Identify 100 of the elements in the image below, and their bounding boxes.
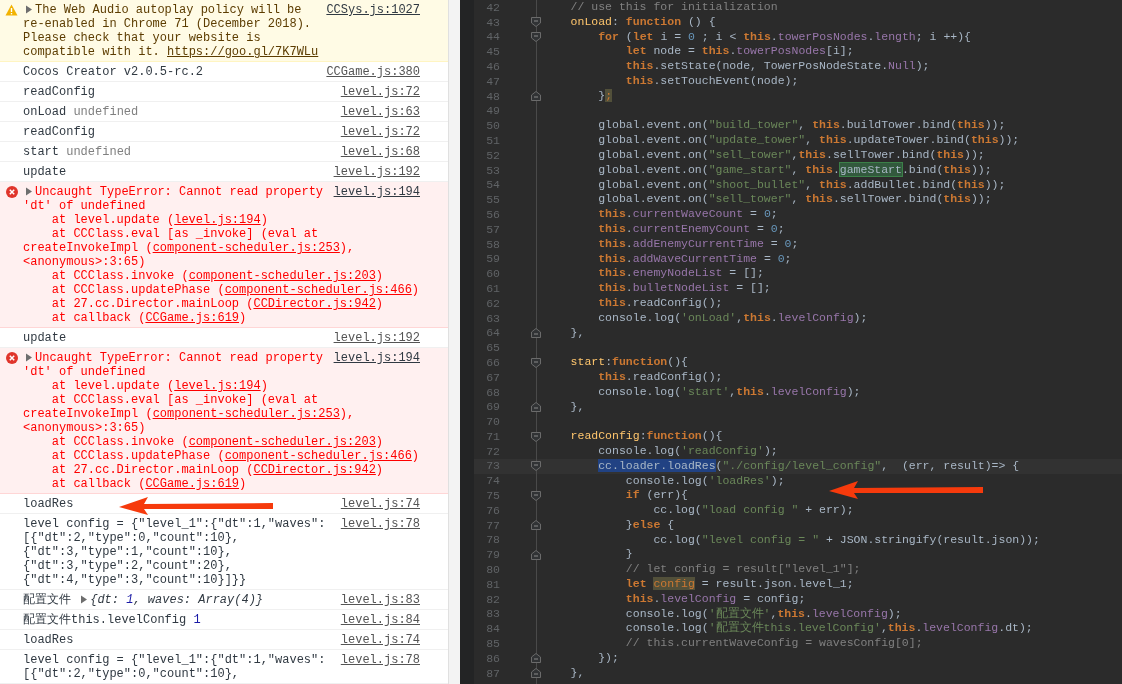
line-number: 67 — [485, 369, 500, 386]
console-message: loadRes — [23, 497, 74, 511]
stack-source-link[interactable]: level.js:194 — [174, 379, 261, 393]
code-line: this.currentWaveCount = 0; — [597, 207, 778, 222]
source-link[interactable]: level.js:192 — [333, 165, 420, 179]
fold-marker-icon[interactable] — [531, 357, 541, 368]
url-link[interactable]: https://goo.gl/7K7WLu — [167, 45, 319, 59]
fold-marker-icon[interactable] — [531, 461, 541, 472]
stack-source-link[interactable]: component-scheduler.js:203 — [188, 269, 376, 283]
line-number: 60 — [485, 266, 500, 283]
line-number: 80 — [485, 562, 500, 579]
source-link[interactable]: level.js:84 — [340, 613, 420, 627]
line-number: 70 — [485, 414, 500, 431]
source-link[interactable]: level.js:78 — [340, 653, 420, 667]
line-number: 46 — [485, 58, 500, 75]
code-line: this.levelConfig = config; — [624, 591, 806, 607]
console-message: readConfig — [23, 125, 95, 139]
source-link[interactable]: CCGame.js:380 — [326, 65, 420, 79]
stack-source-link[interactable]: component-scheduler.js:253 — [152, 407, 340, 421]
source-link[interactable]: level.js:72 — [340, 125, 420, 139]
line-number: 58 — [485, 236, 500, 253]
line-number: 87 — [485, 665, 500, 682]
line-number: 64 — [485, 325, 500, 342]
line-number: 47 — [485, 73, 500, 90]
line-number: 42 — [485, 0, 500, 16]
expand-triangle-icon[interactable] — [80, 595, 89, 604]
stack-frame: at CCClass.eval [as _invoke] (eval at createInvokeImpl (component-scheduler.js:253), <anonymous>:3:65) — [23, 393, 428, 435]
fold-marker-icon[interactable] — [531, 520, 541, 531]
code-line: start:function(){ — [569, 355, 688, 370]
source-link[interactable]: level.js:192 — [333, 331, 420, 345]
fold-marker-icon[interactable] — [531, 668, 541, 679]
console-message: level config = {"level_1":{"dt":1,"waves":[{"dt":2,"type":0,"count":10}, — [23, 653, 327, 681]
stack-source-link[interactable]: component-scheduler.js:203 — [188, 435, 376, 449]
source-link[interactable]: level.js:74 — [340, 633, 420, 647]
console-message: readConfig — [23, 85, 95, 99]
code-line: console.log('start',this.levelConfig); — [597, 384, 861, 400]
stack-source-link[interactable]: component-scheduler.js:253 — [152, 241, 340, 255]
stack-frame: at level.update (level.js:194) — [23, 379, 428, 393]
code-line: for (let i = 0 ; i < this.towerPosNodes.length; i ++){ — [597, 29, 971, 45]
code-line: this.bulletNodeList = []; — [597, 281, 771, 296]
code-line: global.event.on("update_tower", this.updateTower.bind(this)); — [597, 133, 1020, 148]
line-number: 56 — [485, 206, 500, 223]
scrollbar-track[interactable] — [448, 0, 460, 684]
line-number: 43 — [485, 14, 500, 31]
line-number: 66 — [485, 354, 500, 371]
stack-source-link[interactable]: CCDirector.js:942 — [253, 463, 376, 477]
stack-source-link[interactable]: CCGame.js:619 — [145, 311, 240, 325]
source-link[interactable]: level.js:68 — [340, 145, 420, 159]
source-link[interactable]: level.js:194 — [333, 185, 420, 199]
line-number: 54 — [485, 177, 500, 194]
fold-marker-icon[interactable] — [531, 401, 541, 412]
stack-source-link[interactable]: component-scheduler.js:466 — [224, 283, 412, 297]
code-line: }, — [569, 325, 585, 341]
line-number: 79 — [485, 547, 500, 564]
expand-triangle-icon[interactable] — [25, 5, 33, 14]
source-link[interactable]: CCSys.js:1027 — [326, 3, 420, 17]
stack-source-link[interactable]: CCGame.js:619 — [145, 477, 240, 491]
fold-marker-icon[interactable] — [531, 17, 541, 28]
code-line: this.readConfig(); — [597, 369, 723, 385]
code-line: if (err){ — [624, 488, 688, 504]
error-icon — [5, 186, 18, 198]
fold-marker-icon[interactable] — [531, 32, 541, 42]
line-number: 48 — [485, 88, 500, 105]
code-line: }, — [569, 665, 585, 681]
fold-marker-icon[interactable] — [531, 490, 541, 501]
source-link[interactable]: level.js:72 — [340, 85, 420, 99]
code-line: // this.currentWaveConfig = wavesConfig[0]; — [624, 636, 923, 652]
line-number: 82 — [485, 591, 500, 608]
stack-frame: at CCClass.updatePhase (component-scheduler.js:466) — [23, 449, 428, 463]
line-number: 75 — [485, 488, 500, 505]
source-link[interactable]: level.js:194 — [333, 351, 420, 365]
expand-triangle-icon[interactable] — [25, 187, 33, 196]
fold-marker-icon[interactable] — [531, 431, 541, 442]
fold-marker-icon[interactable] — [531, 327, 541, 338]
source-link[interactable]: level.js:83 — [340, 593, 420, 607]
fold-marker-icon[interactable] — [531, 91, 541, 102]
line-number: 50 — [485, 118, 500, 135]
source-link[interactable]: level.js:74 — [340, 497, 420, 511]
console-message: Cocos Creator v2.0.5-rc.2 — [23, 65, 204, 79]
code-line: this.enemyNodeList = []; — [597, 266, 764, 282]
expand-triangle-icon[interactable] — [25, 353, 33, 362]
stack-frame: at CCClass.invoke (component-scheduler.js:203) — [23, 435, 428, 449]
stack-frame: at CCClass.updatePhase (component-scheduler.js:466) — [23, 283, 428, 297]
stack-source-link[interactable]: level.js:194 — [174, 213, 261, 227]
line-number: 85 — [485, 636, 500, 653]
source-link[interactable]: level.js:63 — [340, 105, 420, 119]
stack-source-link[interactable]: CCDirector.js:942 — [253, 297, 376, 311]
code-line: // use this for initialization — [569, 0, 778, 15]
fold-marker-icon[interactable] — [531, 653, 541, 664]
line-number: 59 — [485, 251, 500, 268]
source-link[interactable]: level.js:78 — [340, 517, 420, 531]
console-message: level config = {"level_1":{"dt":1,"waves":[{"dt":2,"type":0,"count":10},{"dt":3,"type":1,"count":10},{"dt":3,"type":2,"count":20},{"dt":4,"type":3,"count":10}]}} — [23, 517, 327, 587]
stack-frame: at CCClass.eval [as _invoke] (eval at createInvokeImpl (component-scheduler.js:253), <anonymous>:3:65) — [23, 227, 428, 269]
stack-source-link[interactable]: component-scheduler.js:466 — [224, 449, 412, 463]
code-line: this.currentEnemyCount = 0; — [597, 221, 785, 237]
code-line: console.log('配置文件this.levelConfig',this.levelConfig.dt); — [624, 621, 1033, 637]
fold-marker-icon[interactable] — [531, 549, 541, 560]
code-line: let config = result.json.level_1; — [624, 577, 854, 592]
line-number: 57 — [485, 221, 500, 238]
code-line: this.addWaveCurrentTime = 0; — [597, 251, 792, 267]
